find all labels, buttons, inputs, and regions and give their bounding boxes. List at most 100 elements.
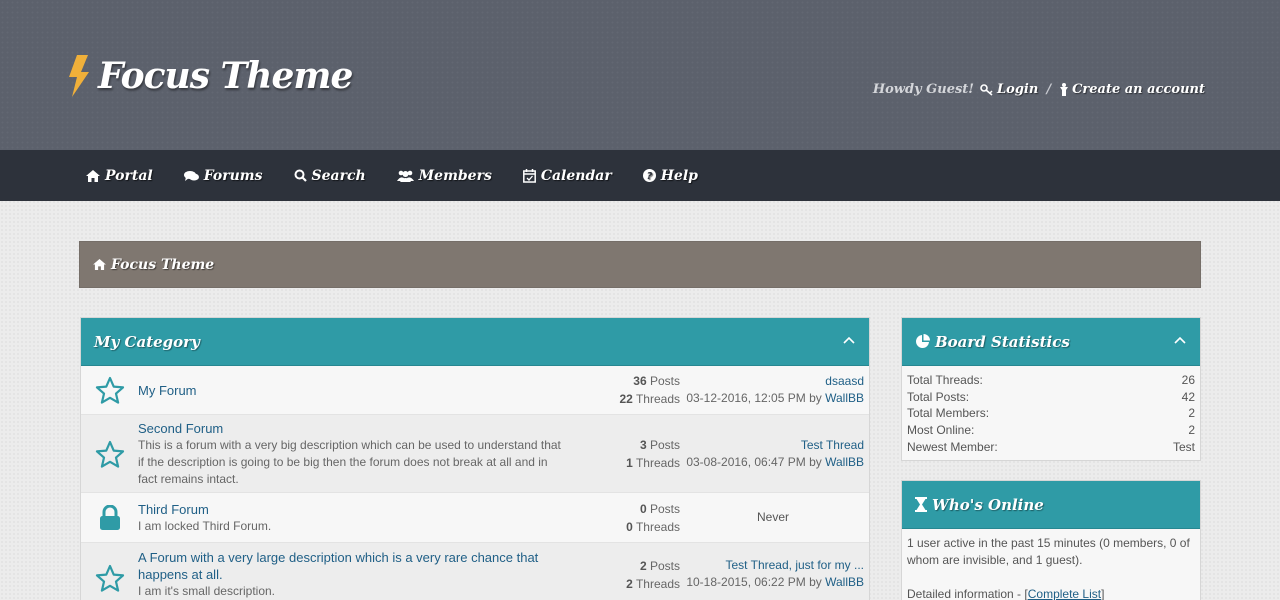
whos-online-panel: Who's Online 1 user active in the past 1… (901, 480, 1201, 600)
users-icon (396, 170, 414, 182)
main-nav: Portal Forums Search Members Calendar ? … (0, 150, 1280, 201)
post-count: 36 (633, 374, 647, 388)
create-account-link[interactable]: Create an account (1059, 82, 1205, 97)
detail-suffix: ] (1101, 586, 1105, 600)
user-bar: Howdy Guest! Login / Create an account (873, 82, 1205, 97)
nav-help[interactable]: ? Help (642, 167, 698, 184)
login-label: Login (997, 82, 1039, 97)
last-post-user-link[interactable]: WallBB (825, 575, 864, 589)
help-icon: ? (642, 169, 656, 182)
threads-label: Threads (635, 392, 680, 406)
stat-row: Newest Member: Test (907, 439, 1195, 456)
last-post-never: Never (756, 510, 789, 524)
posts-label: Posts (649, 501, 680, 516)
nav-help-label: Help (660, 167, 698, 184)
last-post-user-link[interactable]: WallBB (825, 391, 864, 405)
site-header: Focus Theme Howdy Guest! Login / Create … (0, 0, 1280, 150)
forum-status (81, 504, 138, 531)
whos-online-header: Who's Online (902, 481, 1200, 529)
category-header: My Category (81, 318, 869, 366)
forum-link[interactable]: Second Forum (138, 420, 568, 437)
stat-label: Most Online: (907, 423, 975, 438)
forum-info: A Forum with a very large description wh… (138, 549, 548, 600)
collapse-chevron-icon[interactable] (1174, 336, 1186, 344)
threads-label: Threads (635, 577, 680, 591)
nav-search[interactable]: Search (294, 168, 366, 184)
thread-count: 0 (626, 519, 633, 534)
category-title[interactable]: My Category (94, 333, 200, 351)
stat-value: 26 (1181, 373, 1195, 387)
forum-row: My Forum 36 Posts 22 Threads dsaasd 03-1… (81, 366, 869, 415)
stat-value: 2 (1188, 406, 1195, 421)
site-logo[interactable]: Focus Theme (68, 55, 353, 97)
lock-icon (99, 504, 120, 530)
last-post-date: 10-18-2015, 06:22 PM by (686, 575, 822, 589)
last-post: dsaasd 03-12-2016, 12:05 PM by WallBB (686, 373, 864, 407)
lightning-bolt-icon (69, 55, 89, 97)
key-icon (980, 83, 993, 96)
online-detail: Detailed information - [Complete List] (907, 586, 1195, 600)
nav-calendar-label: Calendar (540, 167, 612, 184)
svg-text:?: ? (646, 171, 652, 182)
pie-chart-icon (916, 334, 930, 348)
forum-stats: 2 Posts 2 Threads (568, 549, 680, 593)
stat-row: Total Posts: 42 (907, 389, 1195, 406)
breadcrumb: Focus Theme (79, 241, 1201, 288)
nav-portal-label: Portal (105, 167, 153, 184)
stat-label: Newest Member: (907, 439, 998, 454)
nav-search-label: Search (311, 167, 366, 184)
nav-forums[interactable]: Forums (183, 167, 263, 184)
forum-row: Second Forum This is a forum with a very… (81, 415, 869, 493)
last-post-user-link[interactable]: WallBB (825, 455, 864, 469)
breadcrumb-home-link[interactable]: Focus Theme (111, 257, 214, 273)
stat-value: Test (1172, 439, 1195, 454)
home-icon (93, 259, 106, 270)
last-post: Test Thread 03-08-2016, 06:47 PM by Wall… (686, 437, 864, 471)
forum-description: I am locked Third Forum. (138, 518, 272, 533)
whos-online-title-text: Who's Online (932, 495, 1044, 514)
forum-status (81, 440, 138, 468)
thread-count: 22 (619, 392, 633, 406)
forum-row: Third Forum I am locked Third Forum. 0 P… (81, 493, 869, 543)
home-icon (86, 169, 100, 182)
login-link[interactable]: Login (980, 82, 1038, 97)
stat-row: Most Online: 2 (907, 422, 1195, 439)
forum-link[interactable]: A Forum with a very large description wh… (138, 549, 548, 583)
forum-link[interactable]: Third Forum (138, 501, 568, 518)
forum-link[interactable]: My Forum (138, 382, 568, 399)
nav-forums-label: Forums (203, 167, 263, 184)
forum-stats: 36 Posts 22 Threads (568, 372, 680, 408)
last-post-link[interactable]: Test Thread, just for my ... (726, 558, 865, 572)
nav-calendar[interactable]: Calendar (522, 167, 612, 184)
userbar-separator: / (1046, 82, 1052, 97)
forum-row: A Forum with a very large description wh… (81, 543, 869, 600)
stat-label: Total Posts: (907, 389, 970, 404)
site-title: Focus Theme (98, 55, 353, 97)
post-count: 3 (639, 437, 647, 452)
online-summary: 1 user active in the past 15 minutes (0 … (907, 536, 1190, 567)
nav-portal[interactable]: Portal (86, 168, 153, 184)
category-panel: My Category My Forum 36 Posts 22 Threads… (80, 317, 870, 600)
detail-prefix: Detailed information - [ (907, 586, 1028, 600)
board-statistics-header: Board Statistics (902, 318, 1200, 366)
star-icon (95, 376, 124, 404)
post-count: 0 (639, 501, 647, 516)
nav-members-label: Members (418, 167, 492, 184)
last-post-link[interactable]: dsaasd (825, 374, 864, 388)
calendar-icon (522, 168, 536, 183)
post-count: 2 (639, 559, 647, 573)
complete-list-link[interactable]: Complete List (1028, 587, 1101, 600)
forum-stats: 3 Posts 1 Threads (568, 436, 680, 472)
forum-description: This is a forum with a very big descript… (138, 437, 561, 486)
star-icon (95, 564, 124, 592)
posts-label: Posts (649, 437, 680, 452)
person-icon (1060, 83, 1069, 96)
hourglass-icon (915, 497, 927, 512)
forum-status (81, 376, 138, 404)
nav-members[interactable]: Members (396, 167, 492, 184)
stat-value: 42 (1181, 389, 1195, 404)
last-post-link[interactable]: Test Thread (801, 438, 864, 452)
collapse-chevron-icon[interactable] (843, 336, 855, 344)
posts-label: Posts (649, 374, 680, 388)
stat-value: 2 (1188, 423, 1195, 438)
